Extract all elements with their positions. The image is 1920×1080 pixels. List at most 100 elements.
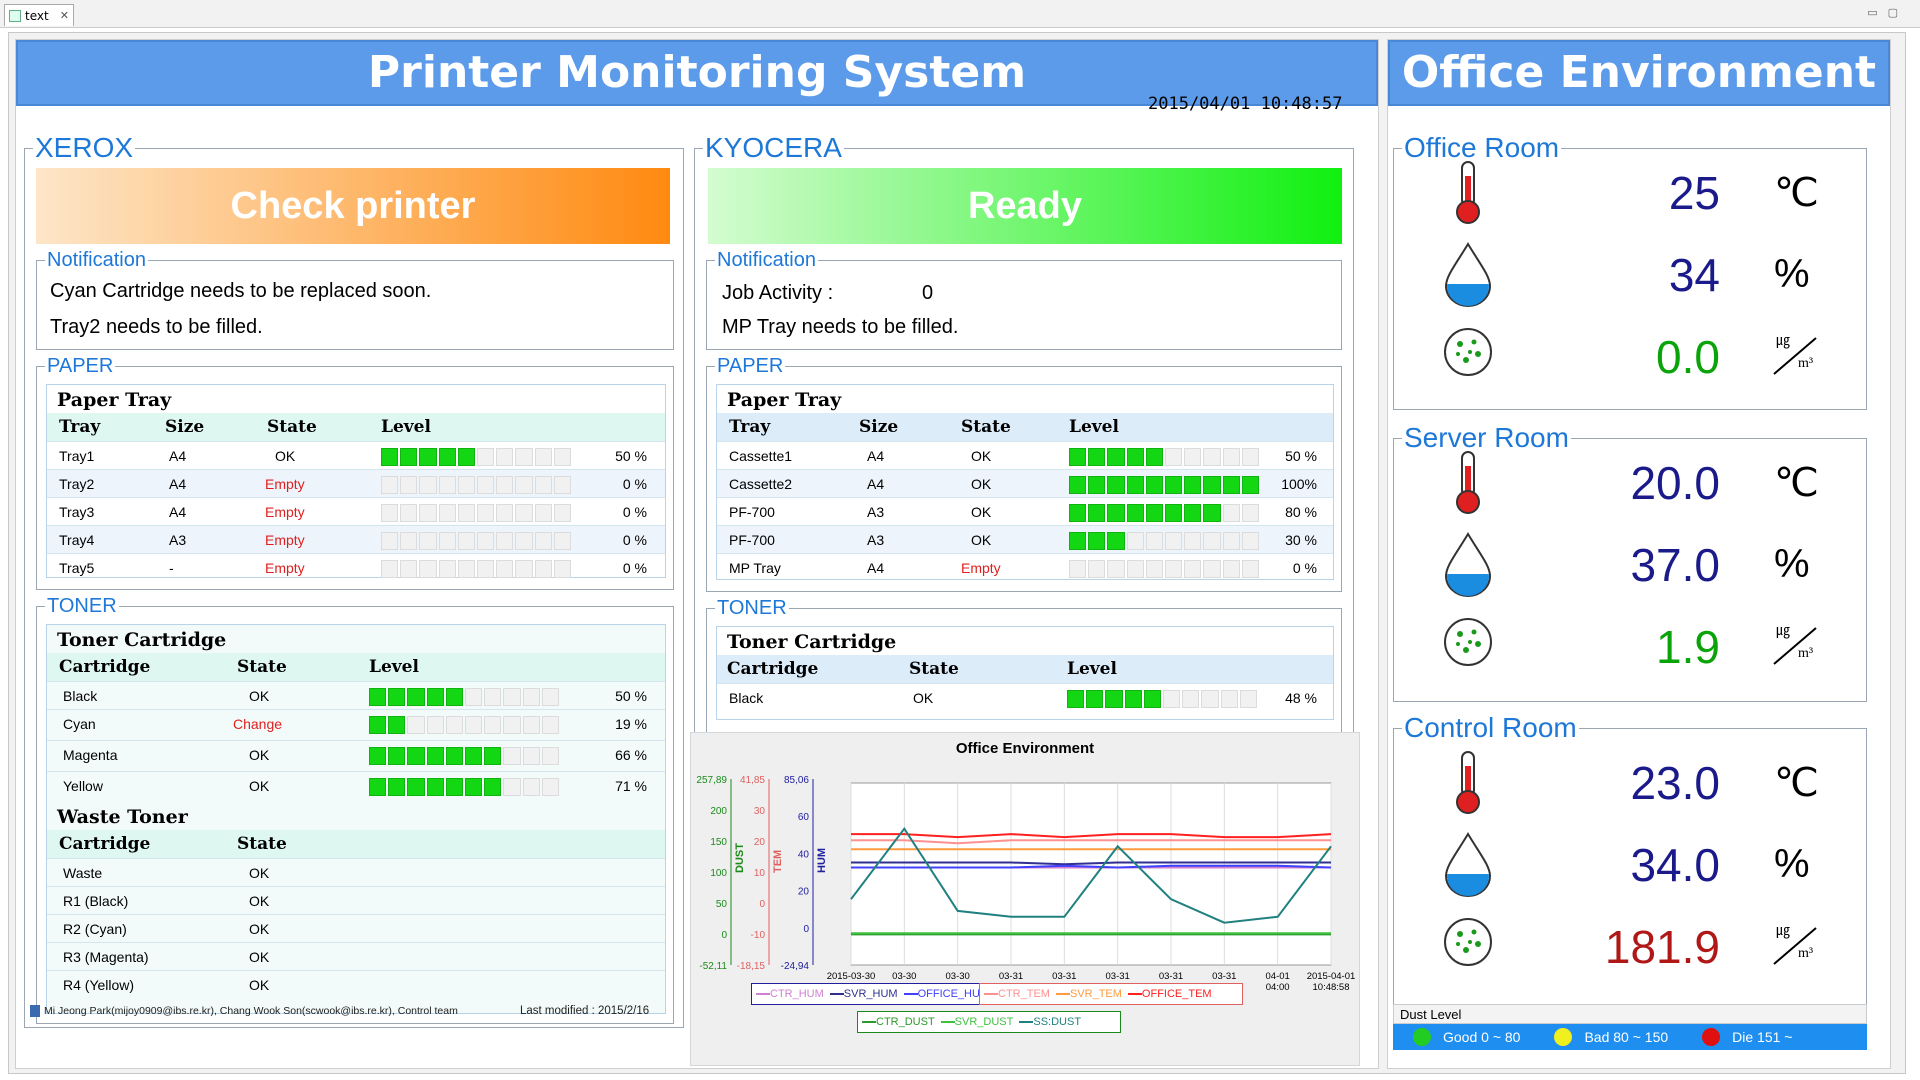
chart-legend: CTR_TEM SVR_TEM OFFICE_TEM (979, 983, 1243, 1005)
level-segment (388, 716, 406, 734)
table-row: R1 (Black) OK (47, 886, 665, 914)
dust-value: 1.9 (1656, 621, 1720, 673)
kyocera-toner-header: Cartridge State Level (717, 655, 1333, 683)
xerox-notification-2: Tray2 needs to be filled. (50, 316, 263, 338)
kyocera-toner-table: Toner Cartridge Cartridge State Level Bl… (716, 626, 1334, 720)
kyocera-paper-label: PAPER (717, 355, 784, 377)
tray-size: A3 (867, 532, 885, 548)
legend-entry: SVR_HUM (829, 988, 898, 1000)
level-segment (465, 716, 483, 734)
tray-size: A4 (169, 504, 187, 520)
legend-label: OFFICE_TEM (1141, 988, 1212, 1000)
level-segment (369, 688, 387, 706)
level-bar (381, 504, 572, 522)
col-level: Level (381, 417, 431, 437)
table-row: PF-700 A3 OK 80 % (717, 497, 1333, 525)
legend-swatch (829, 993, 844, 996)
col-cartridge: Cartridge (727, 659, 819, 679)
level-segment (457, 504, 476, 522)
level-segment (1107, 560, 1125, 578)
dust-unit-icon: ㎍ m³ (1770, 332, 1820, 382)
table-row: R3 (Magenta) OK (47, 942, 665, 970)
level-segment (553, 476, 572, 494)
legend-entry: SVR_DUST (940, 1016, 1013, 1028)
level-segment (457, 476, 476, 494)
level-segment (457, 448, 476, 466)
table-row: Tray4 A3 Empty 0 % (47, 525, 665, 553)
level-segment (484, 716, 502, 734)
level-segment (484, 778, 502, 796)
tab-text[interactable]: text ✕ (4, 4, 74, 26)
legend-entry: SVR_TEM (1055, 988, 1122, 1000)
dust-unit-icon: ㎍ m³ (1770, 922, 1820, 972)
col-state: State (267, 417, 317, 437)
level-segment (1107, 532, 1125, 550)
table-row: Cyan Change 19 % (47, 709, 665, 740)
tick-label: -24,94 (781, 961, 810, 972)
level-segment (400, 532, 418, 550)
tray-size: A4 (867, 448, 885, 464)
xerox-notification-1: Cyan Cartridge needs to be replaced soon… (50, 280, 432, 302)
legend-label: CTR_TEM (998, 988, 1050, 1000)
tray-state: Empty (265, 532, 305, 548)
dust-unit-top: ㎍ (1776, 624, 1790, 639)
legend-swatch (1055, 993, 1070, 996)
level-segment (1145, 448, 1164, 466)
tick-label: 150 (710, 837, 727, 848)
close-icon[interactable]: ✕ (60, 9, 69, 22)
temp-value: 20.0 (1630, 457, 1720, 509)
legend-label: CTR_DUST (876, 1016, 935, 1028)
level-segment (1145, 504, 1164, 522)
level-segment (465, 747, 483, 765)
waste-state: OK (249, 865, 270, 881)
level-segment (1107, 504, 1125, 522)
level-segment (369, 716, 387, 734)
level-segment (1126, 504, 1144, 522)
tray-size: A3 (867, 504, 885, 520)
tray-level-text: 0 % (622, 504, 647, 520)
kyocera-status: Ready (708, 168, 1342, 244)
level-segment (1239, 690, 1258, 708)
level-segment (1105, 690, 1123, 708)
level-segment (496, 476, 514, 494)
cartridge-name: Yellow (63, 778, 103, 794)
level-segment (369, 778, 387, 796)
level-bar (1069, 476, 1260, 494)
level-segment (1165, 532, 1183, 550)
dust-unit-bottom: m³ (1798, 356, 1814, 371)
dust-legend-label: Bad 80 ~ 150 (1584, 1029, 1669, 1045)
tray-size: A4 (867, 476, 885, 492)
chart-legend: CTR_HUM SVR_HUM OFFICE_HUM (751, 983, 1015, 1005)
tray-name: Cassette2 (729, 476, 793, 492)
document-icon (9, 9, 21, 22)
tray-size: A4 (169, 448, 187, 464)
level-segment (1222, 560, 1240, 578)
tick-label: 60 (798, 812, 810, 823)
legend-swatch (903, 993, 918, 996)
level-segment (1222, 532, 1240, 550)
waste-name: R3 (Magenta) (63, 949, 149, 965)
level-segment (515, 560, 533, 578)
kyocera-notification-2: MP Tray needs to be filled. (722, 316, 959, 338)
level-segment (1088, 448, 1106, 466)
level-segment (407, 688, 425, 706)
last-modified: Last modified : 2015/2/16 (520, 1005, 650, 1017)
waste-state: OK (249, 893, 270, 909)
legend-group: CTR_TEM SVR_TEM OFFICE_TEM (979, 983, 1243, 1005)
dust-unit-icon: ㎍ m³ (1770, 622, 1820, 672)
window-controls[interactable]: ▭▢ (1867, 6, 1908, 19)
level-segment (534, 448, 552, 466)
level-segment (400, 448, 418, 466)
dust-legend-item: Bad 80 ~ 150 (1554, 1028, 1668, 1046)
tray-name: Tray4 (59, 532, 95, 548)
dust-level-title: Dust Level (1393, 1004, 1867, 1024)
xerox-label: XEROX (35, 132, 134, 163)
level-segment (1163, 690, 1181, 708)
tray-name: Tray3 (59, 504, 95, 520)
waste-toner-title: Waste Toner (57, 806, 188, 828)
level-segment (522, 688, 540, 706)
temp-value: 23.0 (1630, 757, 1720, 809)
level-segment (1067, 690, 1085, 708)
hum-value: 34.0 (1630, 839, 1720, 891)
temp-value: 25 (1668, 167, 1720, 219)
